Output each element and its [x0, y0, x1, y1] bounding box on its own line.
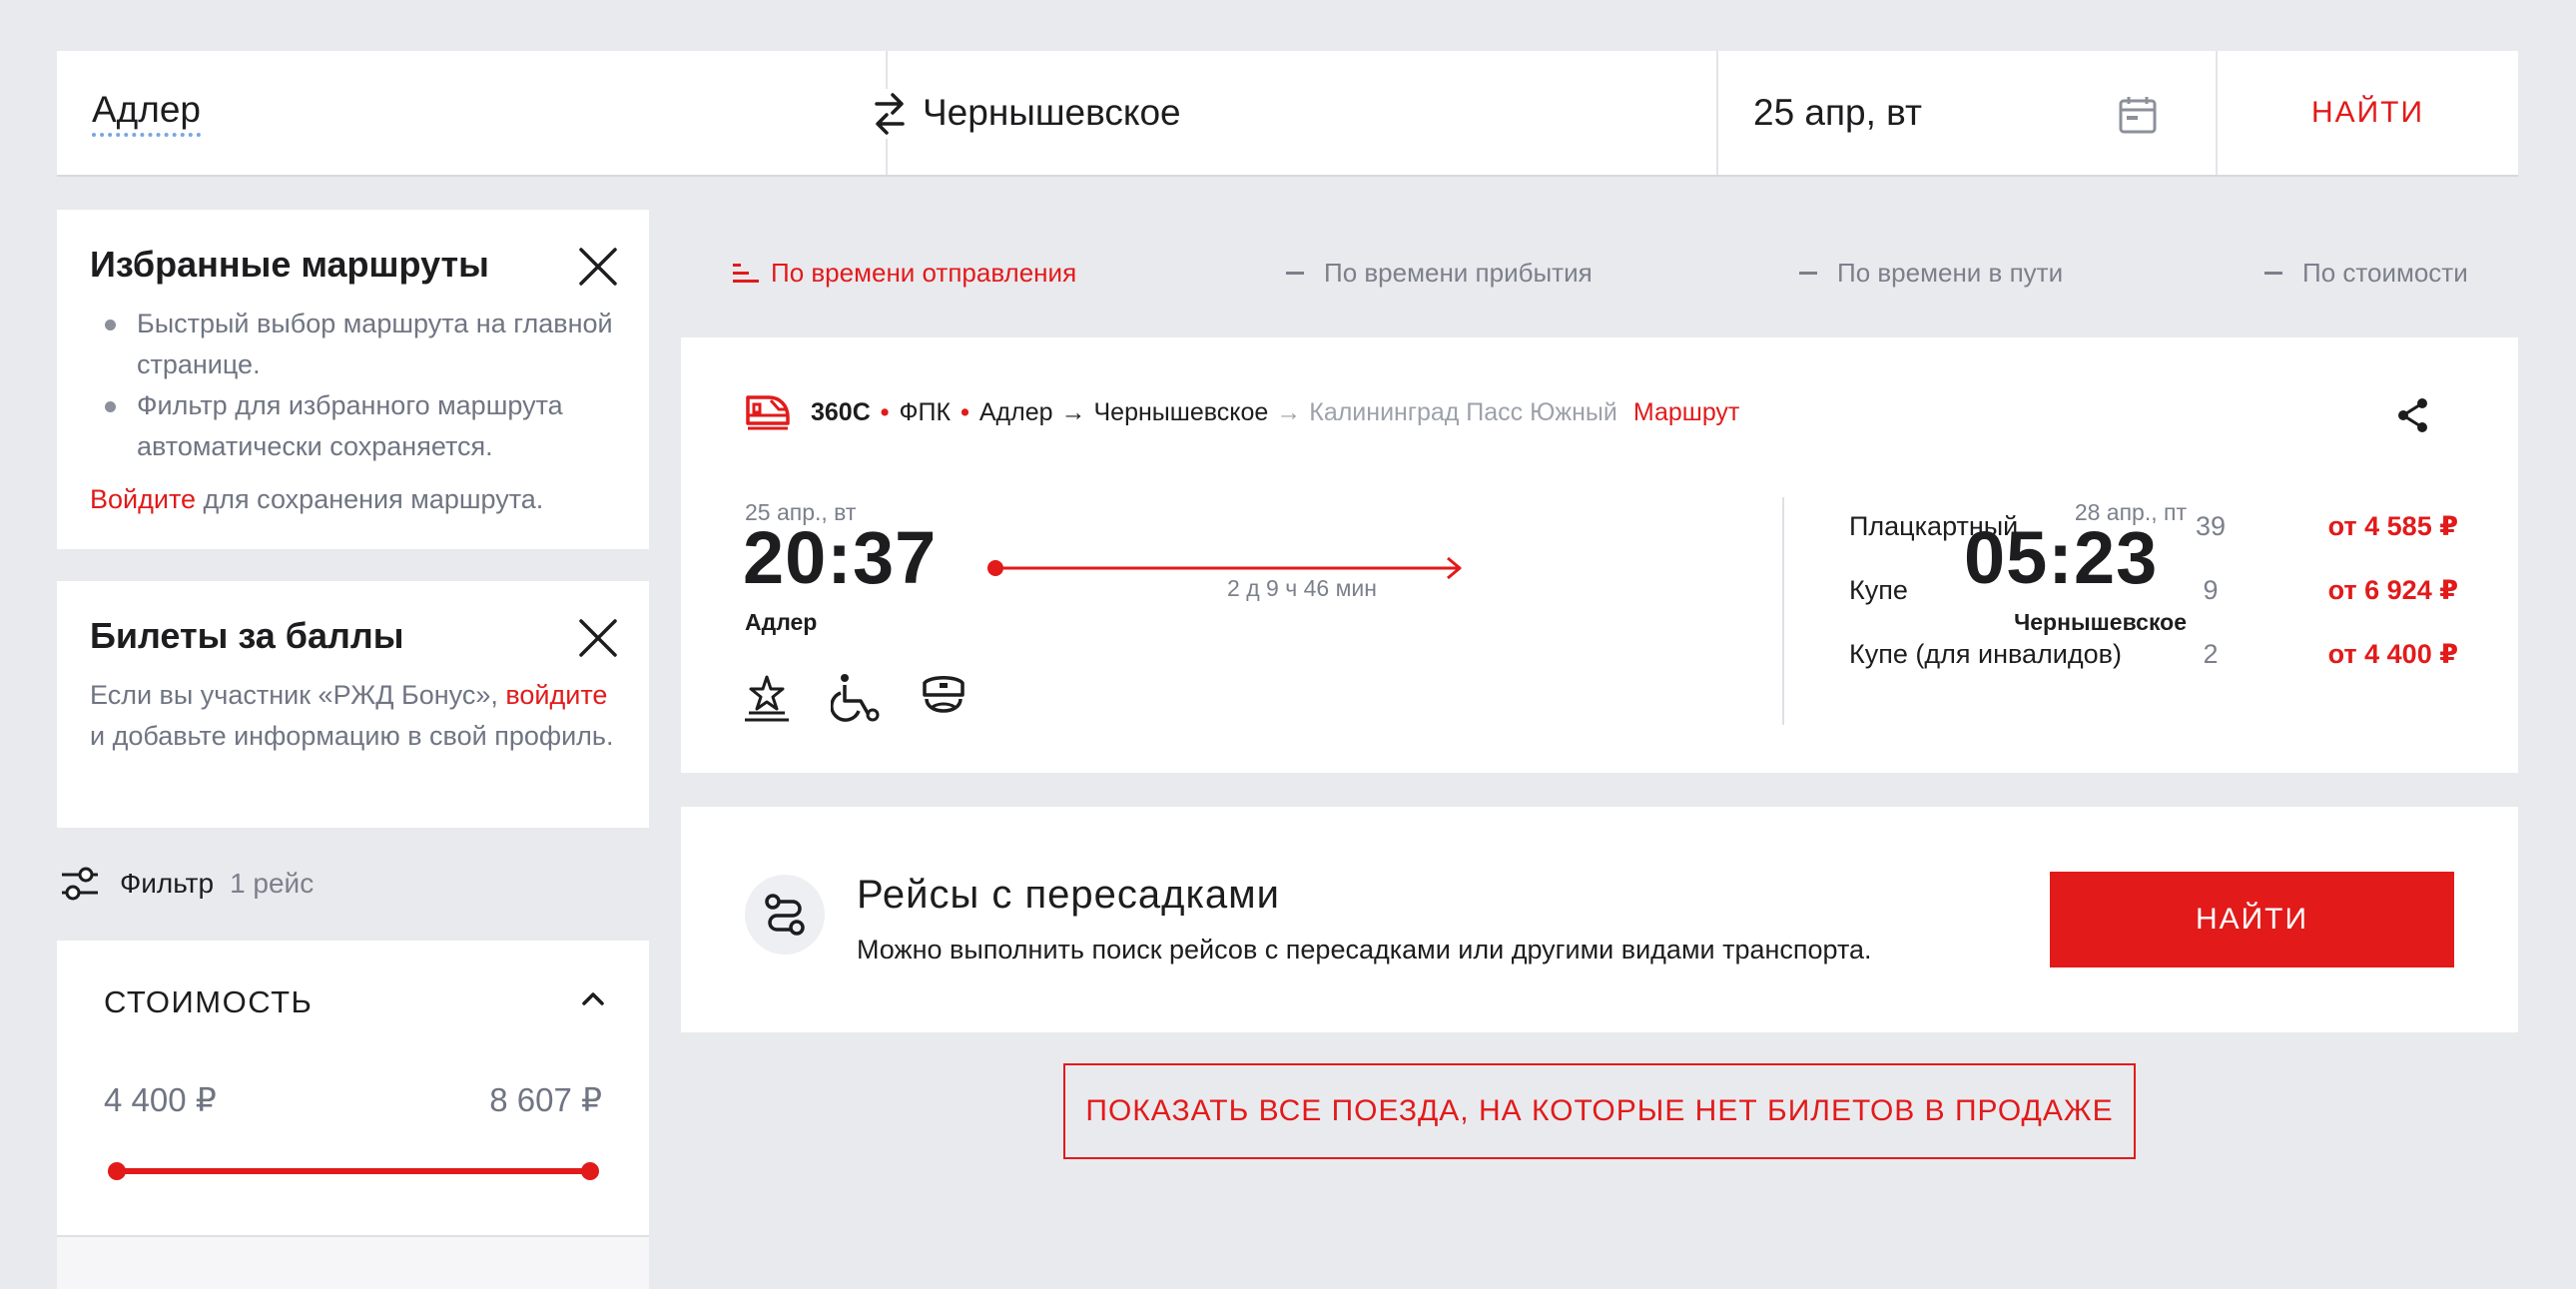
dash-icon	[2264, 272, 2282, 275]
close-icon[interactable]	[577, 246, 619, 288]
date-value: 25 апр, вт	[1753, 92, 1922, 133]
bonus-title: Билеты за баллы	[90, 615, 404, 656]
login-hint: для сохранения маршрута.	[196, 484, 544, 514]
train-from: Адлер	[978, 397, 1053, 426]
departure-station: Адлер	[745, 609, 818, 635]
divider	[1782, 497, 1784, 725]
sort-bar: По времени отправления По времени прибыт…	[681, 240, 2518, 310]
to-station-field[interactable]: Чернышевское	[888, 51, 1718, 175]
train-card[interactable]: 360С • ФПК • Адлер → Чернышевское → Кали…	[681, 337, 2518, 773]
show-all-trains-button[interactable]: ПОКАЗАТЬ ВСЕ ПОЕЗДА, НА КОТОРЫЕ НЕТ БИЛЕ…	[1063, 1063, 2136, 1159]
sort-by-arrival[interactable]: По времени прибытия	[1286, 258, 1593, 289]
sort-by-price[interactable]: По стоимости	[2264, 258, 2468, 289]
bonus-panel: Билеты за баллы Если вы участник «РЖД Бо…	[57, 581, 649, 828]
separator-dot: •	[880, 397, 890, 426]
list-item: Фильтр для избранного маршрута автоматич…	[90, 385, 616, 467]
bonus-text: Если вы участник «РЖД Бонус», войдите и …	[90, 675, 616, 757]
trip-arrow	[987, 560, 1162, 576]
filter-toggle[interactable]: Фильтр 1 рейс	[60, 861, 314, 907]
chevron-up-icon[interactable]	[581, 990, 605, 1006]
transfers-card: Рейсы с пересадками Можно выполнить поис…	[681, 807, 2518, 1032]
sort-by-travel-time[interactable]: По времени в пути	[1799, 258, 2063, 289]
departure-time: 20:37	[743, 516, 938, 599]
amenities	[743, 673, 966, 723]
price-filter-title: СТОИМОСТЬ	[104, 984, 314, 1019]
bonus-text-after: и добавьте информацию в свой профиль.	[90, 721, 614, 751]
filter-label: Фильтр	[120, 868, 215, 899]
train-icon	[746, 395, 790, 430]
share-icon[interactable]	[2396, 397, 2430, 433]
from-station-value: Адлер	[92, 89, 202, 137]
bonus-login-link[interactable]: войдите	[505, 680, 607, 710]
search-find-button[interactable]: НАЙТИ	[2218, 51, 2518, 175]
route-link[interactable]: Маршрут	[1633, 398, 1740, 427]
transfer-route-icon	[765, 894, 805, 936]
close-icon[interactable]	[577, 617, 619, 659]
to-station-value: Чернышевское	[923, 92, 1181, 133]
favorites-panel: Избранные маршруты Быстрый выбор маршрут…	[57, 210, 649, 549]
from-station-field[interactable]: Адлер	[57, 51, 888, 175]
wheelchair-icon	[831, 674, 880, 722]
price-max-value: 8 607 ₽	[489, 1081, 602, 1118]
arrow-icon: →	[1276, 397, 1302, 426]
train-header: 360С • ФПК • Адлер → Чернышевское → Кали…	[745, 393, 1739, 431]
sort-lines-icon	[733, 263, 759, 283]
transfers-title: Рейсы с пересадками	[857, 873, 1280, 917]
seat-count: 2	[2203, 639, 2219, 669]
train-number: 360С	[811, 397, 871, 426]
seat-class-row[interactable]: Плацкартный 39 от 4 585 ₽	[1849, 511, 2458, 551]
dash-icon	[1286, 272, 1304, 275]
separator-dot: •	[961, 397, 969, 426]
seat-class-row[interactable]: Купе 9 от 6 924 ₽	[1849, 575, 2458, 615]
train-carrier: ФПК	[899, 397, 952, 426]
star-podium-icon	[745, 675, 789, 722]
sort-by-departure[interactable]: По времени отправления	[733, 258, 1076, 289]
transfer-icon-badge	[745, 875, 825, 955]
favorites-list: Быстрый выбор маршрута на главной страни…	[90, 304, 616, 467]
sort-label: По времени отправления	[771, 258, 1077, 288]
arrow-icon: →	[1060, 397, 1086, 426]
filter-sliders-icon	[62, 867, 98, 901]
dash-icon	[1799, 272, 1817, 275]
login-link[interactable]: Войдите	[90, 484, 196, 514]
price-slider-max-handle[interactable]	[581, 1162, 599, 1180]
seat-price: от 6 924 ₽	[2327, 575, 2458, 605]
seat-price: от 4 400 ₽	[2327, 639, 2458, 669]
transfers-description: Можно выполнить поиск рейсов с пересадка…	[857, 935, 1872, 965]
train-final-station: Калининград Пасс Южный	[1309, 397, 1617, 426]
price-slider-min-handle[interactable]	[108, 1162, 126, 1180]
favorites-login-text: Войдите для сохранения маршрута.	[90, 479, 616, 520]
seat-count: 9	[2203, 575, 2219, 605]
seat-class: Плацкартный	[1849, 511, 2019, 541]
transfers-find-button[interactable]: НАЙТИ	[2050, 872, 2454, 967]
seat-price: от 4 585 ₽	[2327, 511, 2458, 541]
calendar-icon[interactable]	[2118, 95, 2158, 135]
seat-class: Купе (для инвалидов)	[1849, 639, 2122, 669]
price-filter-panel: СТОИМОСТЬ 4 400 ₽ 8 607 ₽	[57, 941, 649, 1289]
filter-count: 1 рейс	[230, 868, 315, 899]
sort-label: По стоимости	[2302, 258, 2468, 288]
train-to: Чернышевское	[1093, 397, 1269, 426]
list-item: Быстрый выбор маршрута на главной страни…	[90, 304, 616, 385]
seat-count: 39	[2195, 511, 2227, 541]
sort-label: По времени в пути	[1837, 258, 2064, 288]
seat-class: Купе	[1849, 575, 1908, 605]
price-slider-track[interactable]	[117, 1168, 590, 1174]
search-bar: Адлер Чернышевское 25 апр, вт НАЙТИ	[57, 51, 2518, 177]
price-min-value: 4 400 ₽	[104, 1081, 217, 1118]
next-filter-section	[57, 1237, 649, 1289]
conductor-cap-icon	[923, 676, 965, 713]
seat-class-row[interactable]: Купе (для инвалидов) 2 от 4 400 ₽	[1849, 639, 2458, 679]
favorites-title: Избранные маршруты	[90, 244, 489, 285]
travel-duration: 2 д 9 ч 46 мин	[1227, 575, 1377, 601]
date-field[interactable]: 25 апр, вт	[1718, 51, 2218, 175]
bonus-text-before: Если вы участник «РЖД Бонус»,	[90, 680, 506, 710]
sort-label: По времени прибытия	[1324, 258, 1593, 288]
